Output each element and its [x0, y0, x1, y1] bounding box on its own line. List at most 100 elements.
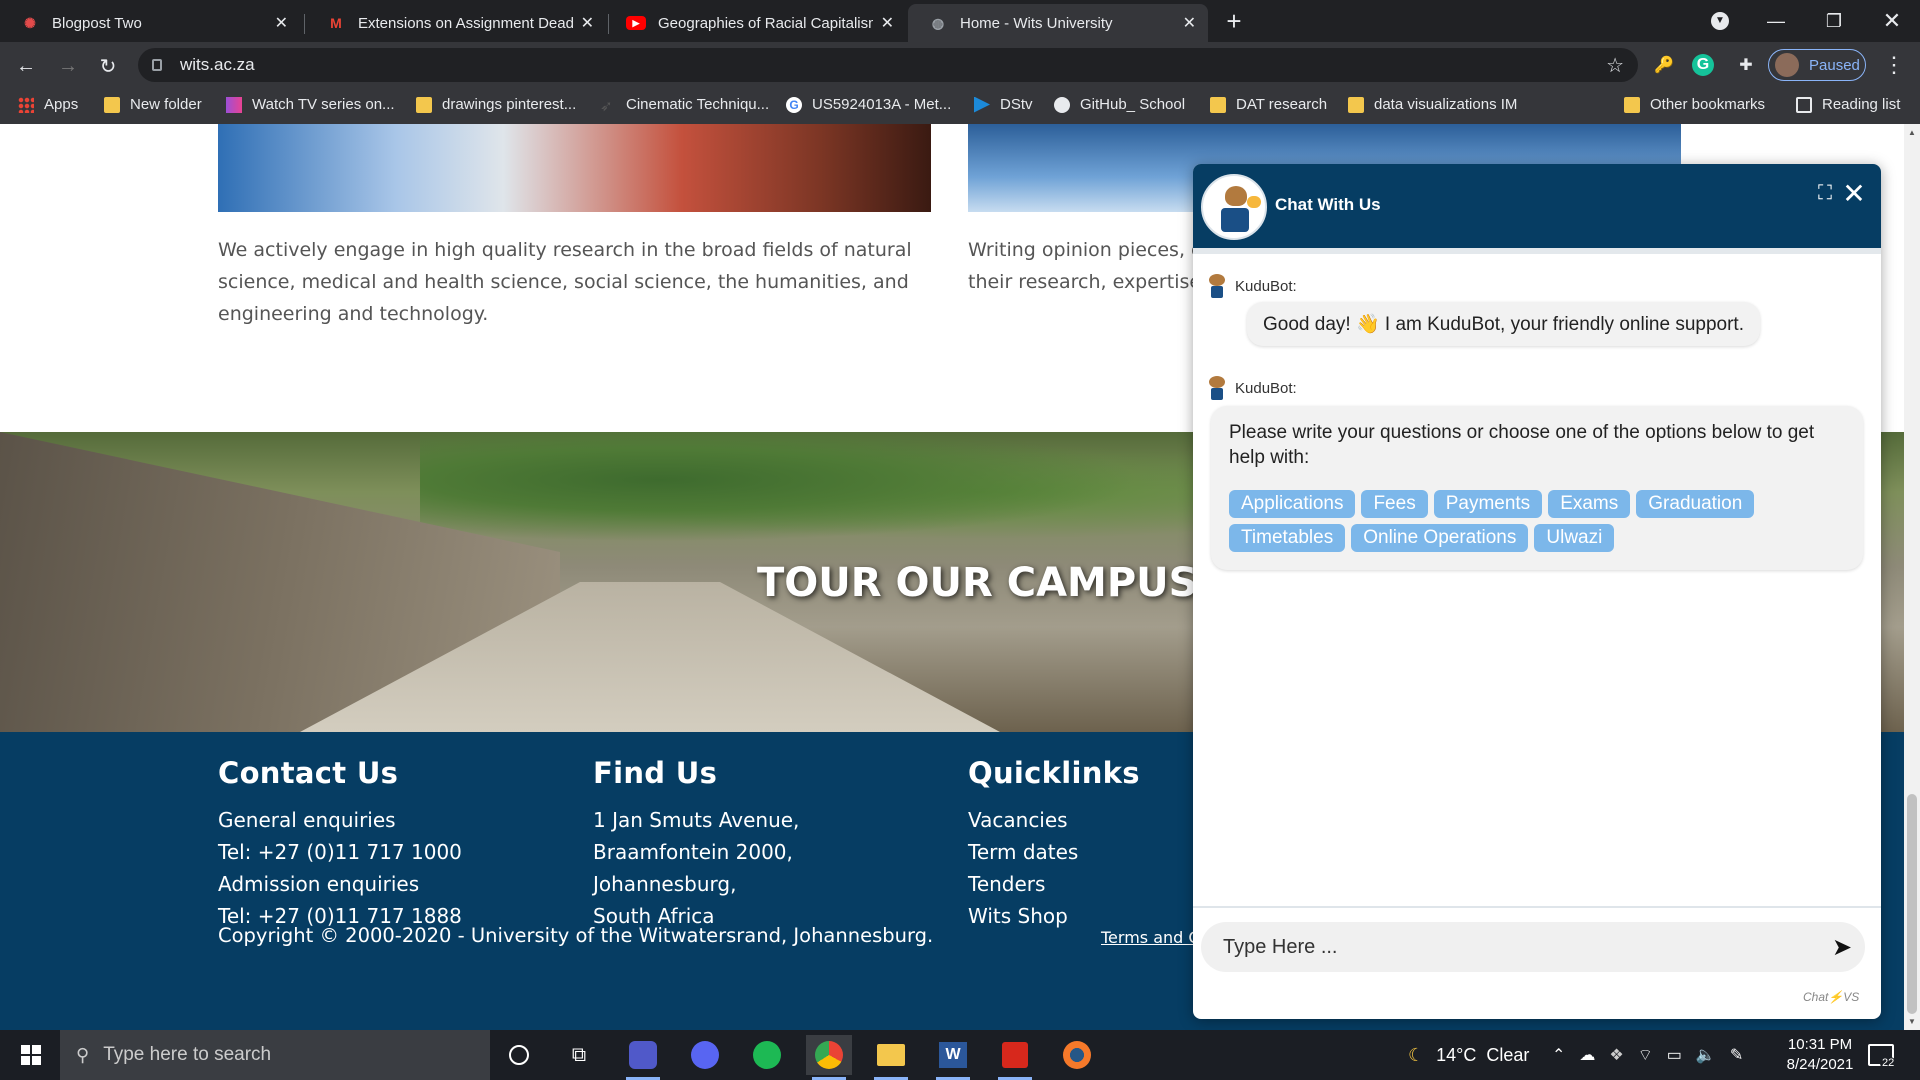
- onedrive-icon[interactable]: ☁: [1579, 1045, 1595, 1065]
- tv-icon: [226, 96, 242, 113]
- chat-header: Chat With Us ⛶ ✕: [1193, 164, 1881, 248]
- page-scrollbar[interactable]: ▲ ▼: [1904, 124, 1920, 1030]
- quick-options: Applications Fees Payments Exams Graduat…: [1229, 490, 1845, 552]
- film-icon: ➶: [600, 97, 613, 115]
- option-payments[interactable]: Payments: [1433, 490, 1543, 518]
- scrollbar-thumb[interactable]: [1907, 794, 1917, 1014]
- back-button[interactable]: ←: [10, 50, 42, 82]
- apps-grid-icon: [18, 96, 34, 113]
- option-fees[interactable]: Fees: [1361, 490, 1428, 518]
- youtube-icon: ▶: [626, 13, 646, 33]
- windows-start-icon[interactable]: [8, 1030, 54, 1080]
- reload-button[interactable]: ↻: [92, 50, 124, 82]
- pen-icon[interactable]: ✎: [1730, 1045, 1743, 1065]
- word-icon[interactable]: W: [930, 1035, 976, 1080]
- campus-title[interactable]: TOUR OUR CAMPUS: [757, 560, 1197, 606]
- tab-youtube[interactable]: ▶ Geographies of Racial Capitalism ✕: [606, 4, 906, 42]
- folder-icon: [1348, 96, 1364, 113]
- cortana-icon[interactable]: [496, 1035, 542, 1075]
- bookmark-new-folder[interactable]: New folder: [104, 96, 202, 113]
- dropbox-icon[interactable]: ❖: [1609, 1045, 1623, 1065]
- tab-wits-home[interactable]: ◍ Home - Wits University ✕: [908, 4, 1208, 42]
- bot-label: KuduBot:: [1205, 274, 1297, 298]
- key-extension-icon[interactable]: 🔑: [1650, 51, 1678, 79]
- bookmark-drawings[interactable]: drawings pinterest...: [416, 96, 576, 113]
- expand-icon[interactable]: ⛶: [1814, 182, 1836, 204]
- close-tab-icon[interactable]: ✕: [1183, 13, 1196, 33]
- research-image: [218, 124, 931, 212]
- teams-icon[interactable]: [620, 1035, 666, 1080]
- menu-kebab-icon[interactable]: ⋮: [1880, 51, 1908, 79]
- option-applications[interactable]: Applications: [1229, 490, 1356, 518]
- star-icon[interactable]: ☆: [1606, 53, 1624, 78]
- tab-title: Extensions on Assignment Deadl: [358, 14, 573, 32]
- forward-button[interactable]: →: [52, 50, 84, 82]
- prompt-text: Please write your questions or choose on…: [1229, 422, 1815, 468]
- footer-link[interactable]: General enquiries: [218, 804, 462, 836]
- blender-icon[interactable]: [1054, 1035, 1100, 1075]
- spotify-icon[interactable]: [744, 1035, 790, 1075]
- chat-input[interactable]: Type Here ...: [1201, 922, 1865, 972]
- task-view-icon[interactable]: ⧉: [556, 1035, 602, 1075]
- extensions-puzzle-icon[interactable]: ✚: [1732, 51, 1760, 79]
- file-explorer-icon[interactable]: [868, 1035, 914, 1080]
- blogger-icon: ✺: [24, 14, 36, 31]
- tab-gmail[interactable]: M Extensions on Assignment Deadl ✕: [306, 4, 606, 42]
- bookmark-github[interactable]: GitHub_ School: [1054, 96, 1185, 113]
- discord-icon[interactable]: [682, 1035, 728, 1075]
- close-tab-icon[interactable]: ✕: [275, 13, 288, 33]
- terms-link[interactable]: Terms and C: [1101, 928, 1200, 947]
- new-tab-button[interactable]: +: [1206, 0, 1262, 42]
- bookmark-dstv[interactable]: DStv: [974, 96, 1033, 113]
- research-paragraph: We actively engage in high quality resea…: [218, 239, 912, 325]
- taskbar-search[interactable]: ⚲ Type here to search: [60, 1030, 490, 1080]
- option-graduation[interactable]: Graduation: [1636, 490, 1755, 518]
- bookmark-data-viz[interactable]: data visualizations IM: [1348, 96, 1517, 113]
- footer-link[interactable]: Tel: +27 (0)11 717 1000: [218, 836, 462, 868]
- tab-blogpost-two[interactable]: ✺ Blogpost Two ✕: [0, 4, 300, 42]
- grammarly-icon[interactable]: G: [1692, 54, 1714, 76]
- quicklink-vacancies[interactable]: Vacancies: [968, 804, 1140, 836]
- tab-search-icon[interactable]: ▼: [1696, 0, 1744, 42]
- footer-find-us: Find Us 1 Jan Smuts Avenue, Braamfontein…: [593, 756, 799, 932]
- avatar: [1775, 53, 1799, 77]
- option-exams[interactable]: Exams: [1548, 490, 1631, 518]
- quicklink-tenders[interactable]: Tenders: [968, 868, 1140, 900]
- bookmark-dat-research[interactable]: DAT research: [1210, 96, 1327, 113]
- close-chat-icon[interactable]: ✕: [1841, 178, 1867, 209]
- quicklink-term-dates[interactable]: Term dates: [968, 836, 1140, 868]
- wifi-icon[interactable]: ⌔: [1638, 1045, 1653, 1065]
- option-online-operations[interactable]: Online Operations: [1351, 524, 1529, 552]
- option-ulwazi[interactable]: Ulwazi: [1534, 524, 1615, 552]
- close-tab-icon[interactable]: ✕: [881, 13, 894, 33]
- bookmark-cinematic[interactable]: ➶ Cinematic Techniqu...: [600, 96, 769, 115]
- bookmark-watch-tv[interactable]: Watch TV series on...: [226, 96, 395, 113]
- weather-widget[interactable]: ☾ 14°C Clear: [1408, 1030, 1529, 1080]
- volume-icon[interactable]: 🔈: [1696, 1045, 1716, 1065]
- chevron-up-icon[interactable]: ⌃: [1552, 1045, 1565, 1065]
- search-icon: ⚲: [76, 1044, 90, 1065]
- profile-button[interactable]: Paused: [1768, 49, 1866, 81]
- address-bar[interactable]: wits.ac.za ☆: [138, 48, 1638, 82]
- footer-link[interactable]: Admission enquiries: [218, 868, 462, 900]
- gmail-icon: M: [330, 15, 342, 31]
- bookmark-patent[interactable]: G US5924013A - Met...: [786, 96, 951, 113]
- restore-button[interactable]: ❐: [1806, 0, 1862, 42]
- close-window-button[interactable]: ✕: [1864, 0, 1920, 42]
- bookmark-other[interactable]: Other bookmarks: [1624, 96, 1765, 113]
- option-timetables[interactable]: Timetables: [1229, 524, 1346, 552]
- opinion-paragraph: Writing opinion pieces, e their research…: [968, 239, 1203, 293]
- acrobat-icon[interactable]: [992, 1035, 1038, 1080]
- address-line: 1 Jan Smuts Avenue,: [593, 808, 800, 832]
- chrome-icon[interactable]: [806, 1035, 852, 1080]
- folder-icon: [104, 96, 120, 113]
- bookmark-reading-list[interactable]: Reading list: [1796, 96, 1900, 113]
- notification-center-icon[interactable]: 22: [1868, 1030, 1910, 1080]
- minimize-button[interactable]: —: [1748, 0, 1804, 42]
- system-clock[interactable]: 10:31 PM 8/24/2021: [1765, 1035, 1875, 1075]
- battery-icon[interactable]: ▭: [1667, 1045, 1682, 1065]
- send-icon[interactable]: ➤: [1827, 934, 1857, 961]
- close-tab-icon[interactable]: ✕: [581, 13, 594, 33]
- bot-label: KuduBot:: [1205, 376, 1297, 400]
- bookmark-apps[interactable]: Apps: [18, 96, 78, 113]
